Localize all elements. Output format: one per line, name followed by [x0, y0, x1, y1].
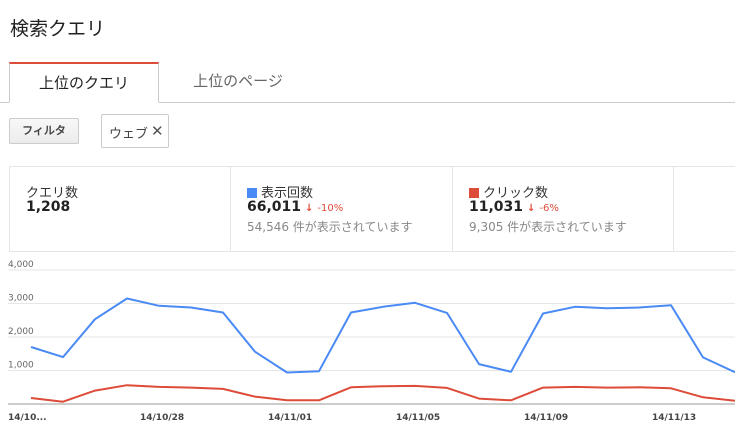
y-tick-label: 2,000 — [8, 327, 34, 337]
stat-empty — [674, 167, 735, 251]
tab-top-pages[interactable]: 上位のページ — [168, 62, 308, 102]
stat-impressions-delta: -10% — [317, 203, 344, 214]
x-tick-label: 14/11/09 — [524, 413, 568, 423]
tab-bar: 上位のクエリ 上位のページ — [0, 62, 735, 103]
stat-clicks-delta: -6% — [539, 203, 559, 214]
x-tick-label: 14/11/01 — [268, 413, 312, 423]
stat-impressions-sub: 54,546 件が表示されています — [247, 220, 413, 234]
stat-queries: クエリ数 1,208 — [10, 167, 231, 251]
page-title: 検索クエリ — [10, 18, 106, 40]
series-line-clicks — [30, 384, 735, 403]
stat-clicks[interactable]: クリック数 11,031 ↓ -6% 9,305 件が表示されています — [453, 167, 674, 251]
performance-chart: 1,000 2,000 3,000 4,000 14/10... 14/10/28 14/1… — [8, 260, 735, 423]
arrow-down-icon: ↓ — [527, 203, 536, 214]
y-tick-label: 1,000 — [8, 361, 34, 371]
x-tick-label: 14/10/28 — [140, 413, 184, 423]
stat-impressions[interactable]: 表示回数 66,011 ↓ -10% 54,546 件が表示されています — [231, 167, 453, 251]
stat-queries-value: 1,208 — [26, 199, 71, 215]
y-tick-label: 4,000 — [8, 260, 34, 270]
x-tick-label: 14/11/05 — [396, 413, 440, 423]
clicks-swatch-icon — [469, 188, 479, 198]
filter-chip-label: ウェブ — [109, 127, 149, 142]
stat-clicks-sub: 9,305 件が表示されています — [469, 220, 627, 234]
y-tick-label: 3,000 — [8, 294, 34, 304]
series-line-impressions — [30, 297, 735, 374]
stats-panel: クエリ数 1,208 表示回数 66,011 ↓ -10% 54,546 件が表示さ… — [9, 166, 735, 252]
stat-impressions-value-row: 66,011 ↓ -10% — [247, 199, 343, 215]
filter-button[interactable]: フィルタ — [9, 118, 79, 144]
x-tick-label: 14/11/13 — [652, 413, 696, 423]
arrow-down-icon: ↓ — [305, 203, 314, 214]
stat-clicks-value: 11,031 — [469, 199, 524, 215]
close-icon[interactable]: ✕ — [151, 122, 164, 140]
filter-chip-web: ウェブ ✕ — [101, 114, 169, 148]
x-tick-label: 14/10... — [8, 413, 47, 423]
stat-clicks-value-row: 11,031 ↓ -6% — [469, 199, 559, 215]
stat-impressions-value: 66,011 — [247, 199, 302, 215]
impressions-swatch-icon — [247, 188, 257, 198]
tab-top-queries[interactable]: 上位のクエリ — [9, 62, 159, 103]
